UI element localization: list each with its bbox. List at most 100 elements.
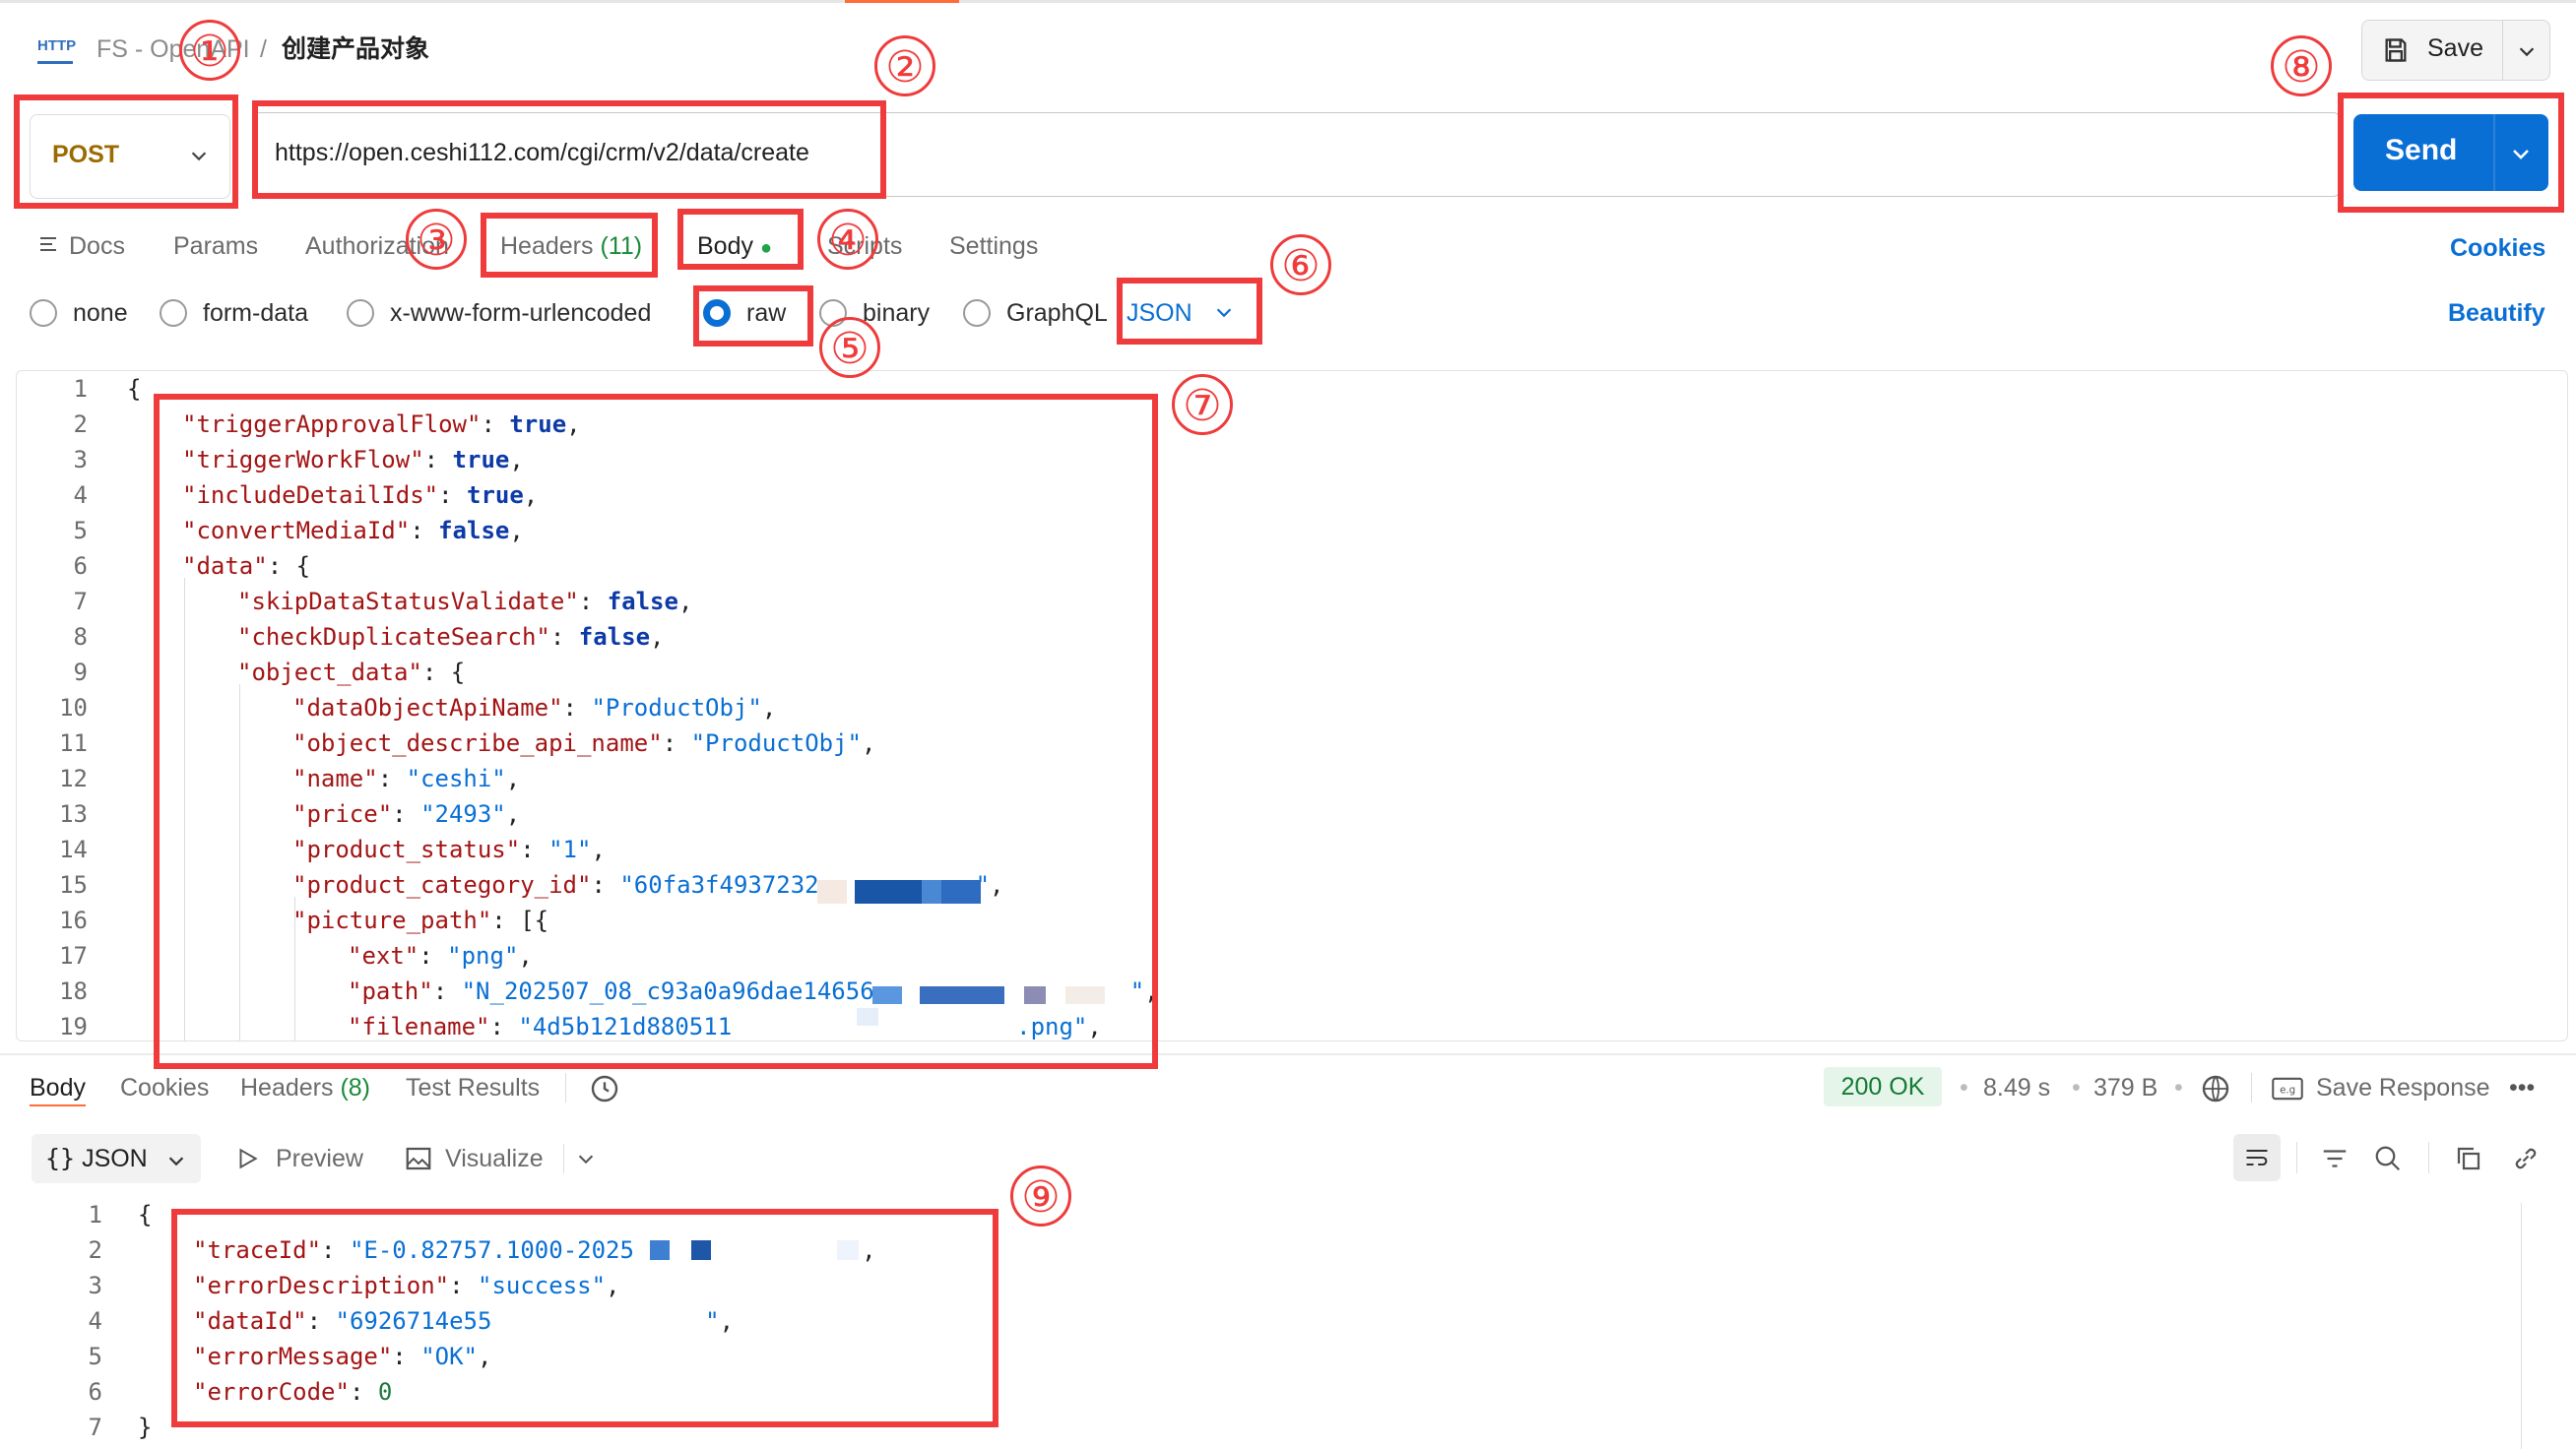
annotation-number-4: ④ — [817, 209, 878, 270]
line-number: 6 — [88, 1378, 102, 1406]
beautify-button[interactable]: Beautify — [2448, 297, 2545, 329]
line-number: 10 — [59, 694, 88, 722]
breadcrumb-separator: / — [260, 35, 267, 63]
annotation-box-method — [14, 94, 238, 209]
response-format-select[interactable]: {} JSON — [32, 1134, 201, 1183]
code-token: { — [138, 1201, 153, 1228]
annotation-number-5: ⑤ — [819, 317, 880, 378]
line-number: 4 — [73, 481, 88, 509]
copy-icon[interactable] — [2454, 1144, 2483, 1173]
toolbar-divider — [2296, 1142, 2297, 1173]
image-icon — [406, 1147, 431, 1170]
line-number: 17 — [59, 942, 88, 970]
more-options-icon[interactable]: ••• — [2509, 1071, 2535, 1104]
annotation-box-raw — [693, 285, 813, 346]
save-divider — [2502, 21, 2503, 80]
annotation-box-format — [1117, 278, 1262, 345]
radio-graphql[interactable] — [963, 299, 991, 327]
save-response-button[interactable]: Save Response — [2316, 1071, 2490, 1104]
line-number: 1 — [73, 375, 88, 403]
radio-none[interactable] — [30, 299, 57, 327]
response-tab-test-results[interactable]: Test Results — [406, 1071, 540, 1104]
meta-dot: • — [2174, 1074, 2183, 1102]
annotation-box-headers — [481, 213, 658, 278]
code-token: { — [127, 375, 142, 403]
line-number: 14 — [59, 836, 88, 863]
meta-dot: • — [2072, 1074, 2081, 1102]
line-number: 13 — [59, 800, 88, 828]
annotation-box-url — [252, 100, 886, 199]
annotation-number-7: ⑦ — [1172, 374, 1233, 435]
http-request-icon: HTTP — [37, 35, 76, 64]
chevron-down-icon — [168, 1157, 184, 1166]
toolbar-divider — [2428, 1142, 2429, 1173]
visualize-button[interactable]: Visualize — [445, 1142, 544, 1175]
tab-params[interactable]: Params — [173, 228, 258, 264]
save-response-icon: e.g — [2272, 1077, 2303, 1101]
annotation-box-body — [677, 209, 804, 270]
line-number: 9 — [73, 659, 88, 686]
annotation-box-response — [171, 1209, 998, 1427]
response-headers-label: Headers — [240, 1074, 334, 1102]
radio-form-data[interactable] — [160, 299, 187, 327]
radio-form-data-label[interactable]: form-data — [203, 297, 308, 329]
wrap-lines-icon — [2246, 1149, 2268, 1166]
annotation-number-2: ② — [874, 35, 935, 96]
request-title[interactable]: 创建产品对象 — [282, 32, 429, 67]
radio-graphql-label[interactable]: GraphQL — [1006, 297, 1108, 329]
code-line: { — [127, 375, 141, 403]
chevron-down-icon[interactable] — [2516, 40, 2538, 62]
code-token: } — [138, 1414, 153, 1441]
radio-none-label[interactable]: none — [73, 297, 128, 329]
globe-icon[interactable] — [2200, 1073, 2231, 1104]
radio-urlencoded[interactable] — [347, 299, 374, 327]
line-number: 2 — [88, 1236, 102, 1264]
svg-text:e.g: e.g — [2280, 1086, 2295, 1097]
tab-settings[interactable]: Settings — [949, 228, 1038, 264]
history-icon[interactable] — [589, 1073, 620, 1104]
preview-button[interactable]: Preview — [276, 1142, 363, 1175]
docs-icon — [40, 237, 56, 251]
line-number: 3 — [88, 1272, 102, 1299]
annotation-number-8: ⑧ — [2271, 35, 2332, 96]
annotation-number-1: ① — [179, 20, 240, 81]
response-tab-body[interactable]: Body — [30, 1071, 86, 1106]
annotation-box-send — [2338, 93, 2564, 213]
save-label: Save — [2427, 34, 2483, 62]
response-time: 8.49 s — [1983, 1074, 2051, 1102]
tab-docs[interactable]: Docs — [69, 228, 125, 264]
save-button[interactable]: Save — [2361, 20, 2550, 81]
top-border — [0, 0, 2576, 3]
line-number: 6 — [73, 552, 88, 580]
toolbar-divider — [565, 1073, 566, 1102]
wrap-lines-button[interactable] — [2233, 1134, 2281, 1181]
chevron-down-icon[interactable] — [575, 1148, 597, 1169]
annotation-number-6: ⑥ — [1270, 234, 1331, 295]
radio-binary-label[interactable]: binary — [863, 297, 930, 329]
braces-icon: {} — [45, 1144, 76, 1172]
status-badge: 200 OK — [1824, 1067, 1942, 1106]
response-format-value: {} JSON — [45, 1144, 148, 1173]
meta-dot: • — [1960, 1074, 1968, 1102]
response-format-label: JSON — [82, 1145, 148, 1172]
cookies-link[interactable]: Cookies — [2450, 230, 2545, 266]
line-number: 3 — [73, 446, 88, 473]
annotation-number-3: ③ — [406, 209, 467, 270]
link-icon[interactable] — [2511, 1144, 2541, 1173]
line-number: 5 — [73, 517, 88, 544]
line-number: 5 — [88, 1343, 102, 1370]
play-icon — [239, 1148, 258, 1169]
response-scroll-border — [2521, 1203, 2522, 1449]
annotation-number-9: ⑨ — [1010, 1166, 1071, 1227]
radio-urlencoded-label[interactable]: x-www-form-urlencoded — [390, 297, 651, 329]
response-tab-headers[interactable]: Headers (8) — [240, 1071, 370, 1104]
line-number: 7 — [73, 588, 88, 615]
line-number: 19 — [59, 1013, 88, 1040]
line-number: 1 — [88, 1201, 102, 1228]
filter-icon[interactable] — [2320, 1144, 2350, 1173]
response-tab-cookies[interactable]: Cookies — [120, 1071, 209, 1104]
search-icon[interactable] — [2373, 1144, 2403, 1173]
toolbar-divider — [563, 1144, 564, 1173]
toolbar-divider — [2251, 1073, 2252, 1102]
line-number: 4 — [88, 1307, 102, 1335]
